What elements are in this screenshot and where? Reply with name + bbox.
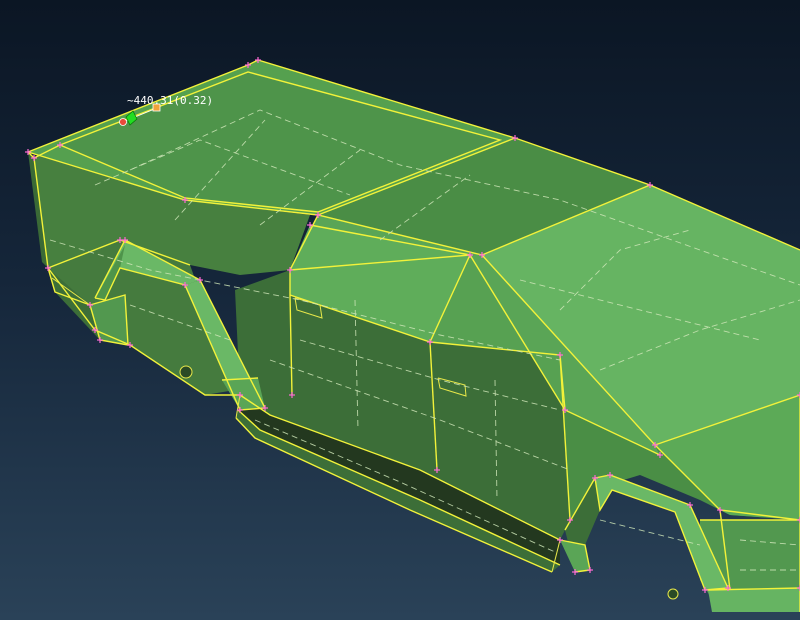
3d-viewport[interactable]: ~440.31(0.32) xyxy=(0,0,800,620)
face-bumper-lip xyxy=(708,588,800,612)
measure-start-handle[interactable] xyxy=(119,118,127,126)
rear-light-hole xyxy=(179,365,193,379)
mesh-canvas[interactable]: ~440.31(0.32) xyxy=(0,0,800,620)
front-light-hole xyxy=(667,588,679,600)
measure-readout: ~440.31(0.32) xyxy=(127,94,213,107)
